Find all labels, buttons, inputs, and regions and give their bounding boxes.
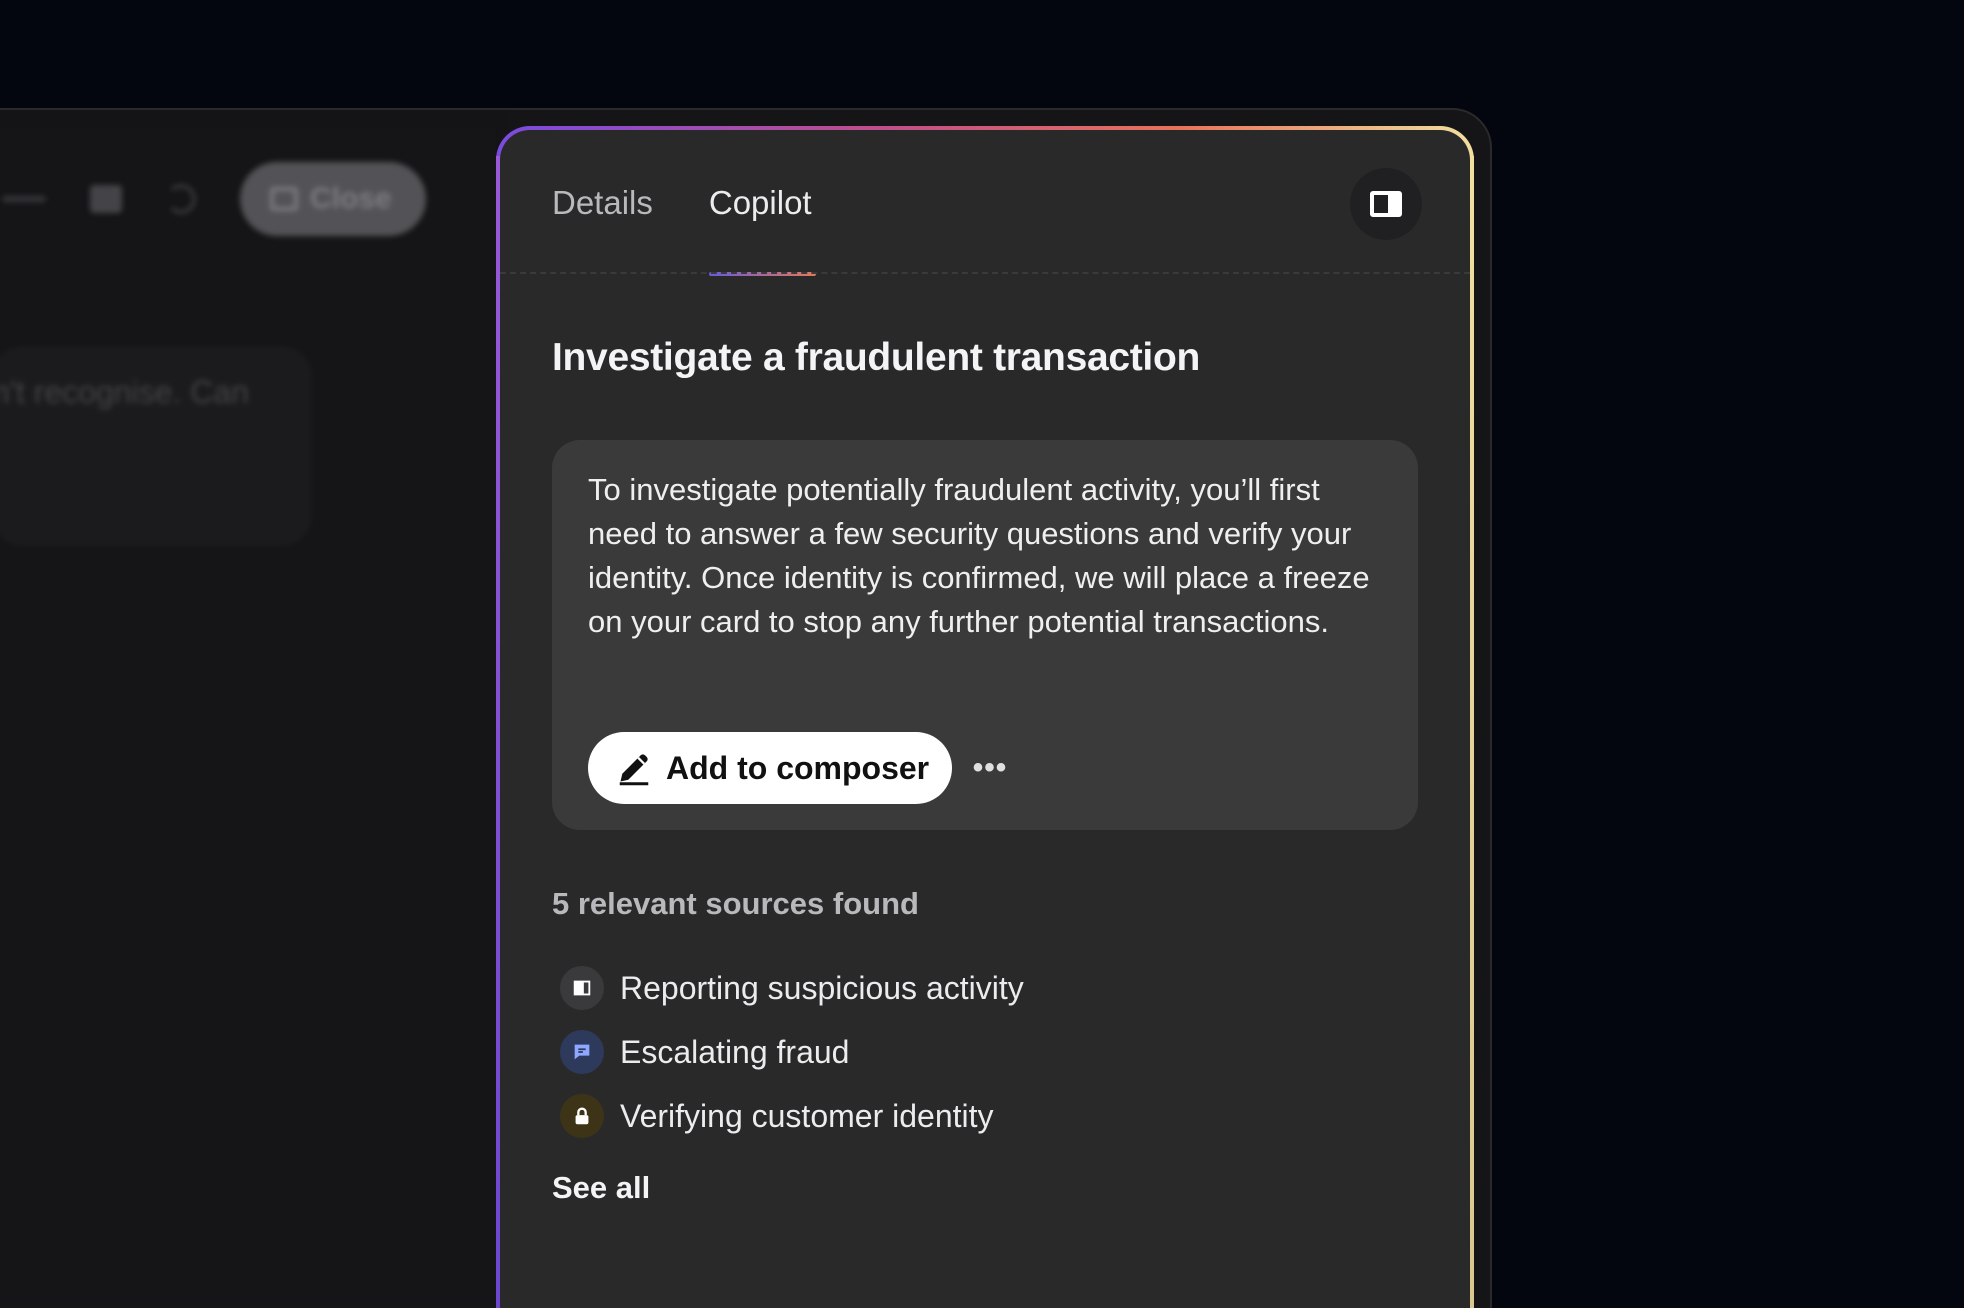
answer-title: Investigate a fraudulent transaction <box>552 336 1201 379</box>
inbox-tray-icon <box>270 187 298 211</box>
book-icon <box>560 966 604 1010</box>
message-bubble: n't recognise. Can <box>0 346 312 546</box>
background-conversation-panel: Close n't recognise. Can <box>0 110 502 1308</box>
lock-icon <box>560 1094 604 1138</box>
answer-text: To investigate potentially fraudulent ac… <box>588 472 1370 639</box>
add-to-composer-button[interactable]: Add to composer <box>588 732 952 804</box>
tabs-divider <box>500 272 1470 274</box>
source-item-reporting-suspicious-activity[interactable]: Reporting suspicious activity <box>560 956 1024 1020</box>
see-all-link[interactable]: See all <box>552 1170 650 1206</box>
source-item-escalating-fraud[interactable]: Escalating fraud <box>560 1020 1024 1084</box>
sources-list: Reporting suspicious activity Escalating… <box>560 956 1024 1148</box>
panel-toggle-button[interactable] <box>1350 168 1422 240</box>
sidebar-toggle-icon <box>1370 191 1402 217</box>
source-label: Verifying customer identity <box>620 1097 994 1134</box>
tab-copilot-label: Copilot <box>708 184 812 221</box>
tab-bar: Details Copilot <box>552 184 816 276</box>
more-options-icon: ••• <box>972 751 1008 784</box>
close-conversation-button[interactable]: Close <box>240 162 426 236</box>
more-options-button[interactable]: ••• <box>966 744 1014 792</box>
tab-details[interactable]: Details <box>552 184 653 276</box>
source-label: Escalating fraud <box>620 1033 850 1070</box>
chat-icon <box>560 1030 604 1074</box>
source-label: Reporting suspicious activity <box>620 969 1024 1006</box>
background-toolbar: Close <box>2 162 426 236</box>
tab-details-label: Details <box>552 184 653 221</box>
inbox-icon[interactable] <box>90 185 122 213</box>
source-item-verifying-customer-identity[interactable]: Verifying customer identity <box>560 1084 1024 1148</box>
close-label: Close <box>310 182 392 215</box>
sources-heading: 5 relevant sources found <box>552 886 919 921</box>
message-text: n't recognise. Can <box>0 374 249 410</box>
copilot-panel-frame: Details Copilot Investigate a fraudulent… <box>496 126 1474 1308</box>
copilot-panel: Details Copilot Investigate a fraudulent… <box>500 130 1470 1308</box>
minimize-icon[interactable] <box>2 196 46 202</box>
snooze-icon[interactable] <box>166 184 196 214</box>
answer-card: To investigate potentially fraudulent ac… <box>552 440 1418 830</box>
pencil-icon <box>616 750 652 786</box>
add-to-composer-label: Add to composer <box>666 749 930 786</box>
tab-copilot[interactable]: Copilot <box>708 184 816 276</box>
